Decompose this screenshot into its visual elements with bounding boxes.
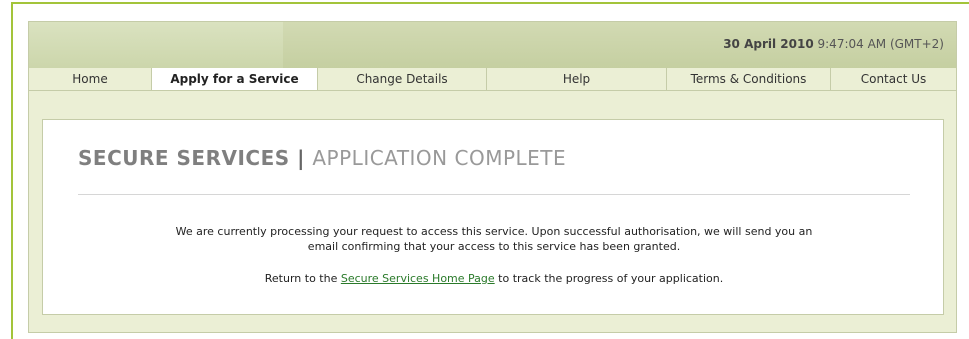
return-line: Return to the Secure Services Home Page … <box>63 272 925 285</box>
status-message-line-2: email confirming that your access to thi… <box>307 240 681 253</box>
datetime: 30 April 2010 9:47:04 AM (GMT+2) <box>723 37 944 51</box>
nav-item-change-details[interactable]: Change Details <box>318 68 487 90</box>
frame-top-border <box>11 2 969 4</box>
site-container: 30 April 2010 9:47:04 AM (GMT+2) Home Ap… <box>28 21 957 333</box>
title-divider <box>78 194 910 195</box>
page-title: SECURE SERVICES | APPLICATION COMPLETE <box>78 146 566 170</box>
nav-item-help[interactable]: Help <box>487 68 667 90</box>
page-title-main: SECURE SERVICES <box>78 146 290 170</box>
frame-left-border <box>11 2 13 339</box>
return-prefix: Return to the <box>264 272 341 285</box>
main-nav: Home Apply for a Service Change Details … <box>29 68 956 91</box>
status-message-line-1: We are currently processing your request… <box>175 225 813 238</box>
nav-item-terms-conditions[interactable]: Terms & Conditions <box>667 68 831 90</box>
page: 30 April 2010 9:47:04 AM (GMT+2) Home Ap… <box>0 0 969 339</box>
time-text: 9:47:04 AM (GMT+2) <box>813 37 945 51</box>
secure-services-home-link[interactable]: Secure Services Home Page <box>341 272 495 285</box>
status-message: We are currently processing your request… <box>63 224 925 254</box>
date-text: 30 April 2010 <box>723 37 814 51</box>
content-panel: SECURE SERVICES | APPLICATION COMPLETE W… <box>42 119 944 315</box>
nav-item-apply-for-a-service[interactable]: Apply for a Service <box>152 68 318 90</box>
return-suffix: to track the progress of your applicatio… <box>494 272 724 285</box>
nav-item-home[interactable]: Home <box>29 68 152 90</box>
header-bar: 30 April 2010 9:47:04 AM (GMT+2) <box>29 22 956 68</box>
page-title-sub: APPLICATION COMPLETE <box>312 146 567 170</box>
page-title-separator: | <box>289 146 313 170</box>
logo-area <box>29 22 283 68</box>
nav-item-contact-us[interactable]: Contact Us <box>831 68 956 90</box>
